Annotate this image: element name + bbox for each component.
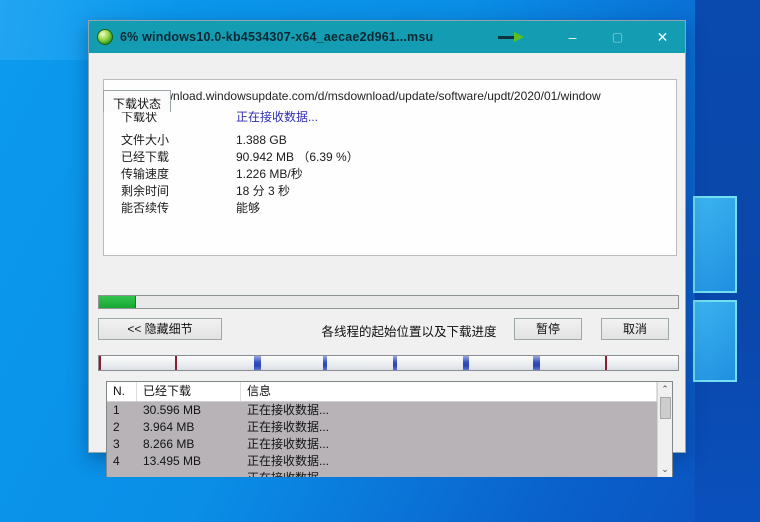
thread-marker-blue xyxy=(393,356,397,370)
maximize-button[interactable]: ▢ xyxy=(595,21,640,53)
field-time-left: 剩余时间 18 分 3 秒 xyxy=(121,183,676,200)
table-rows: 1 30.596 MB 正在接收数据... 2 3.964 MB 正在接收数据.… xyxy=(107,402,657,477)
status-fields: 下载状 正在接收数据... 文件大小 1.388 GB 已经下载 90.942 … xyxy=(104,109,676,217)
wallpaper-window-pane xyxy=(693,300,737,382)
cell-info: 正在接收数据... xyxy=(241,470,657,477)
field-value: 能够 xyxy=(236,200,260,217)
cell-downloaded: 13.495 MB xyxy=(137,453,241,470)
cell-downloaded xyxy=(137,470,241,477)
cell-n: 3 xyxy=(107,436,137,453)
cell-info: 正在接收数据... xyxy=(241,419,657,436)
pause-button[interactable]: 暂停 xyxy=(514,318,582,340)
cell-info: 正在接收数据... xyxy=(241,402,657,419)
col-header-info[interactable]: 信息 xyxy=(241,382,657,401)
idm-drop-arrow-icon xyxy=(498,32,524,42)
tab-download-status[interactable]: 下载状态 xyxy=(103,90,171,112)
threads-bar xyxy=(98,355,679,371)
idm-download-window: 6% windows10.0-kb4534307-x64_aecae2d961.… xyxy=(88,20,686,453)
cell-info: 正在接收数据... xyxy=(241,453,657,470)
wallpaper-window-pane xyxy=(693,196,737,293)
field-file-size: 文件大小 1.388 GB xyxy=(121,132,676,149)
cell-n xyxy=(107,470,137,477)
field-value: 90.942 MB （6.39 %） xyxy=(236,149,359,166)
field-label: 传输速度 xyxy=(121,166,236,183)
status-panel: http://download.windowsupdate.com/d/msdo… xyxy=(103,79,677,256)
scrollbar-thumb[interactable] xyxy=(660,397,671,419)
col-header-downloaded[interactable]: 已经下载 xyxy=(137,382,241,401)
cell-n: 4 xyxy=(107,453,137,470)
field-resume-capability: 能否续传 能够 xyxy=(121,200,676,217)
minimize-button[interactable]: – xyxy=(550,21,595,53)
field-status: 下载状 正在接收数据... xyxy=(121,109,676,126)
table-row[interactable]: 3 8.266 MB 正在接收数据... xyxy=(107,436,657,453)
field-label: 已经下载 xyxy=(121,149,236,166)
cell-downloaded: 8.266 MB xyxy=(137,436,241,453)
overall-progress-bar xyxy=(98,295,679,309)
idm-app-icon xyxy=(97,29,113,45)
thread-marker-blue xyxy=(533,356,540,370)
titlebar[interactable]: 6% windows10.0-kb4534307-x64_aecae2d961.… xyxy=(89,21,685,53)
thread-marker-red xyxy=(99,356,101,370)
scroll-up-icon[interactable]: ⌃ xyxy=(658,382,673,397)
threads-caption: 各线程的起始位置以及下载进度 xyxy=(269,321,549,340)
field-label: 文件大小 xyxy=(121,132,236,149)
scroll-down-icon[interactable]: ⌄ xyxy=(658,462,673,477)
field-value: 正在接收数据... xyxy=(236,109,318,126)
field-label: 能否续传 xyxy=(121,200,236,217)
thread-marker-red xyxy=(605,356,607,370)
progress-fill xyxy=(99,296,136,308)
table-row[interactable]: 1 30.596 MB 正在接收数据... xyxy=(107,402,657,419)
field-transfer-rate: 传输速度 1.226 MB/秒 xyxy=(121,166,676,183)
cell-n: 1 xyxy=(107,402,137,419)
thread-marker-blue xyxy=(323,356,327,370)
field-downloaded: 已经下载 90.942 MB （6.39 %） xyxy=(121,149,676,166)
hide-details-button[interactable]: << 隐藏细节 xyxy=(98,318,222,340)
window-title: 6% windows10.0-kb4534307-x64_aecae2d961.… xyxy=(120,30,433,44)
cell-n: 2 xyxy=(107,419,137,436)
field-value: 18 分 3 秒 xyxy=(236,183,290,200)
thread-marker-blue xyxy=(463,356,469,370)
thread-marker-blue xyxy=(254,356,261,370)
close-button[interactable]: ✕ xyxy=(640,21,685,53)
cell-downloaded: 3.964 MB xyxy=(137,419,241,436)
thread-marker-red xyxy=(175,356,177,370)
cell-downloaded: 30.596 MB xyxy=(137,402,241,419)
field-value: 1.388 GB xyxy=(236,132,287,149)
table-row[interactable]: 2 3.964 MB 正在接收数据... xyxy=(107,419,657,436)
table-scrollbar[interactable]: ⌃ ⌄ xyxy=(657,382,672,477)
cell-info: 正在接收数据... xyxy=(241,436,657,453)
download-url: http://download.windowsupdate.com/d/msdo… xyxy=(104,80,676,109)
table-header: N. 已经下载 信息 xyxy=(107,382,657,402)
threads-table: N. 已经下载 信息 1 30.596 MB 正在接收数据... 2 3.964… xyxy=(106,381,673,477)
field-label: 剩余时间 xyxy=(121,183,236,200)
col-header-n[interactable]: N. xyxy=(107,382,137,401)
table-row[interactable]: 正在接收数据... xyxy=(107,470,657,477)
cancel-button[interactable]: 取消 xyxy=(601,318,669,340)
table-row[interactable]: 4 13.495 MB 正在接收数据... xyxy=(107,453,657,470)
field-value: 1.226 MB/秒 xyxy=(236,166,303,183)
